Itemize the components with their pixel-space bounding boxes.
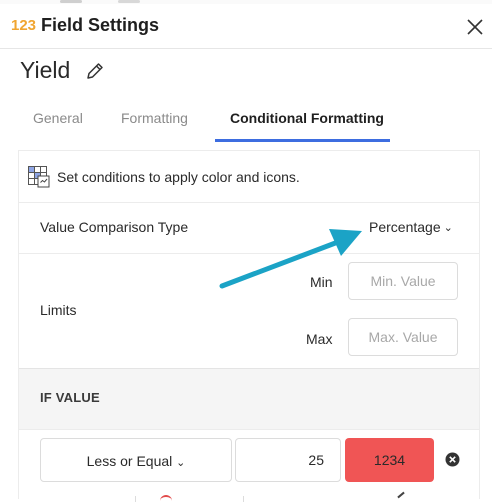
max-label: Max [306, 331, 333, 347]
pencil-edit-icon[interactable] [84, 60, 106, 82]
conditional-formatting-panel: Set conditions to apply color and icons.… [18, 150, 480, 503]
active-tab-indicator [215, 139, 390, 142]
divider [135, 496, 136, 502]
format-preview-text: 1234 [373, 452, 406, 468]
condition-value-input[interactable] [235, 438, 341, 482]
dialog-title: Field Settings [41, 15, 160, 35]
if-value-header: IF VALUE [19, 369, 479, 428]
min-label: Min [310, 274, 333, 290]
format-preview-button[interactable]: 1234 [345, 438, 434, 482]
icon-peek [160, 495, 172, 503]
background-artifact [118, 0, 140, 3]
conditional-grid-icon [28, 166, 50, 188]
settings-tabs: General Formatting Conditional Formattin… [18, 96, 478, 142]
tab-formatting[interactable]: Formatting [121, 110, 188, 126]
background-artifact [60, 0, 82, 3]
icon-peek [397, 491, 405, 499]
comparison-type-value: Percentage [369, 219, 441, 235]
limits-label: Limits [40, 302, 77, 318]
chevron-down-icon: ⌄ [443, 222, 453, 234]
field-name: Yield [20, 57, 71, 83]
divider [243, 496, 244, 502]
operator-value: Less or Equal [86, 453, 173, 469]
hint-text: Set conditions to apply color and icons. [57, 169, 300, 185]
next-condition-peek [19, 490, 479, 503]
hint-row: Set conditions to apply color and icons. [19, 151, 479, 203]
operator-select[interactable]: Less or Equal ⌄ [40, 438, 232, 482]
tab-conditional-formatting[interactable]: Conditional Formatting [230, 110, 384, 126]
tab-general[interactable]: General [33, 110, 83, 126]
limits-row: Limits Min Max [19, 254, 479, 369]
min-value-input[interactable] [348, 262, 458, 300]
dialog-header: 123 Field Settings [0, 4, 492, 49]
close-icon[interactable] [464, 16, 486, 38]
remove-condition-icon[interactable] [444, 451, 461, 468]
comparison-type-row: Value Comparison Type Percentage ⌄ [19, 203, 479, 254]
comparison-type-label: Value Comparison Type [40, 219, 189, 235]
chevron-down-icon: ⌄ [176, 457, 186, 469]
if-value-label: IF VALUE [40, 390, 100, 405]
condition-row: Less or Equal ⌄ 1234 [19, 429, 479, 503]
comparison-type-select[interactable]: Percentage ⌄ [369, 219, 453, 235]
numeric-field-badge: 123 [11, 17, 37, 34]
max-value-input[interactable] [348, 318, 458, 356]
